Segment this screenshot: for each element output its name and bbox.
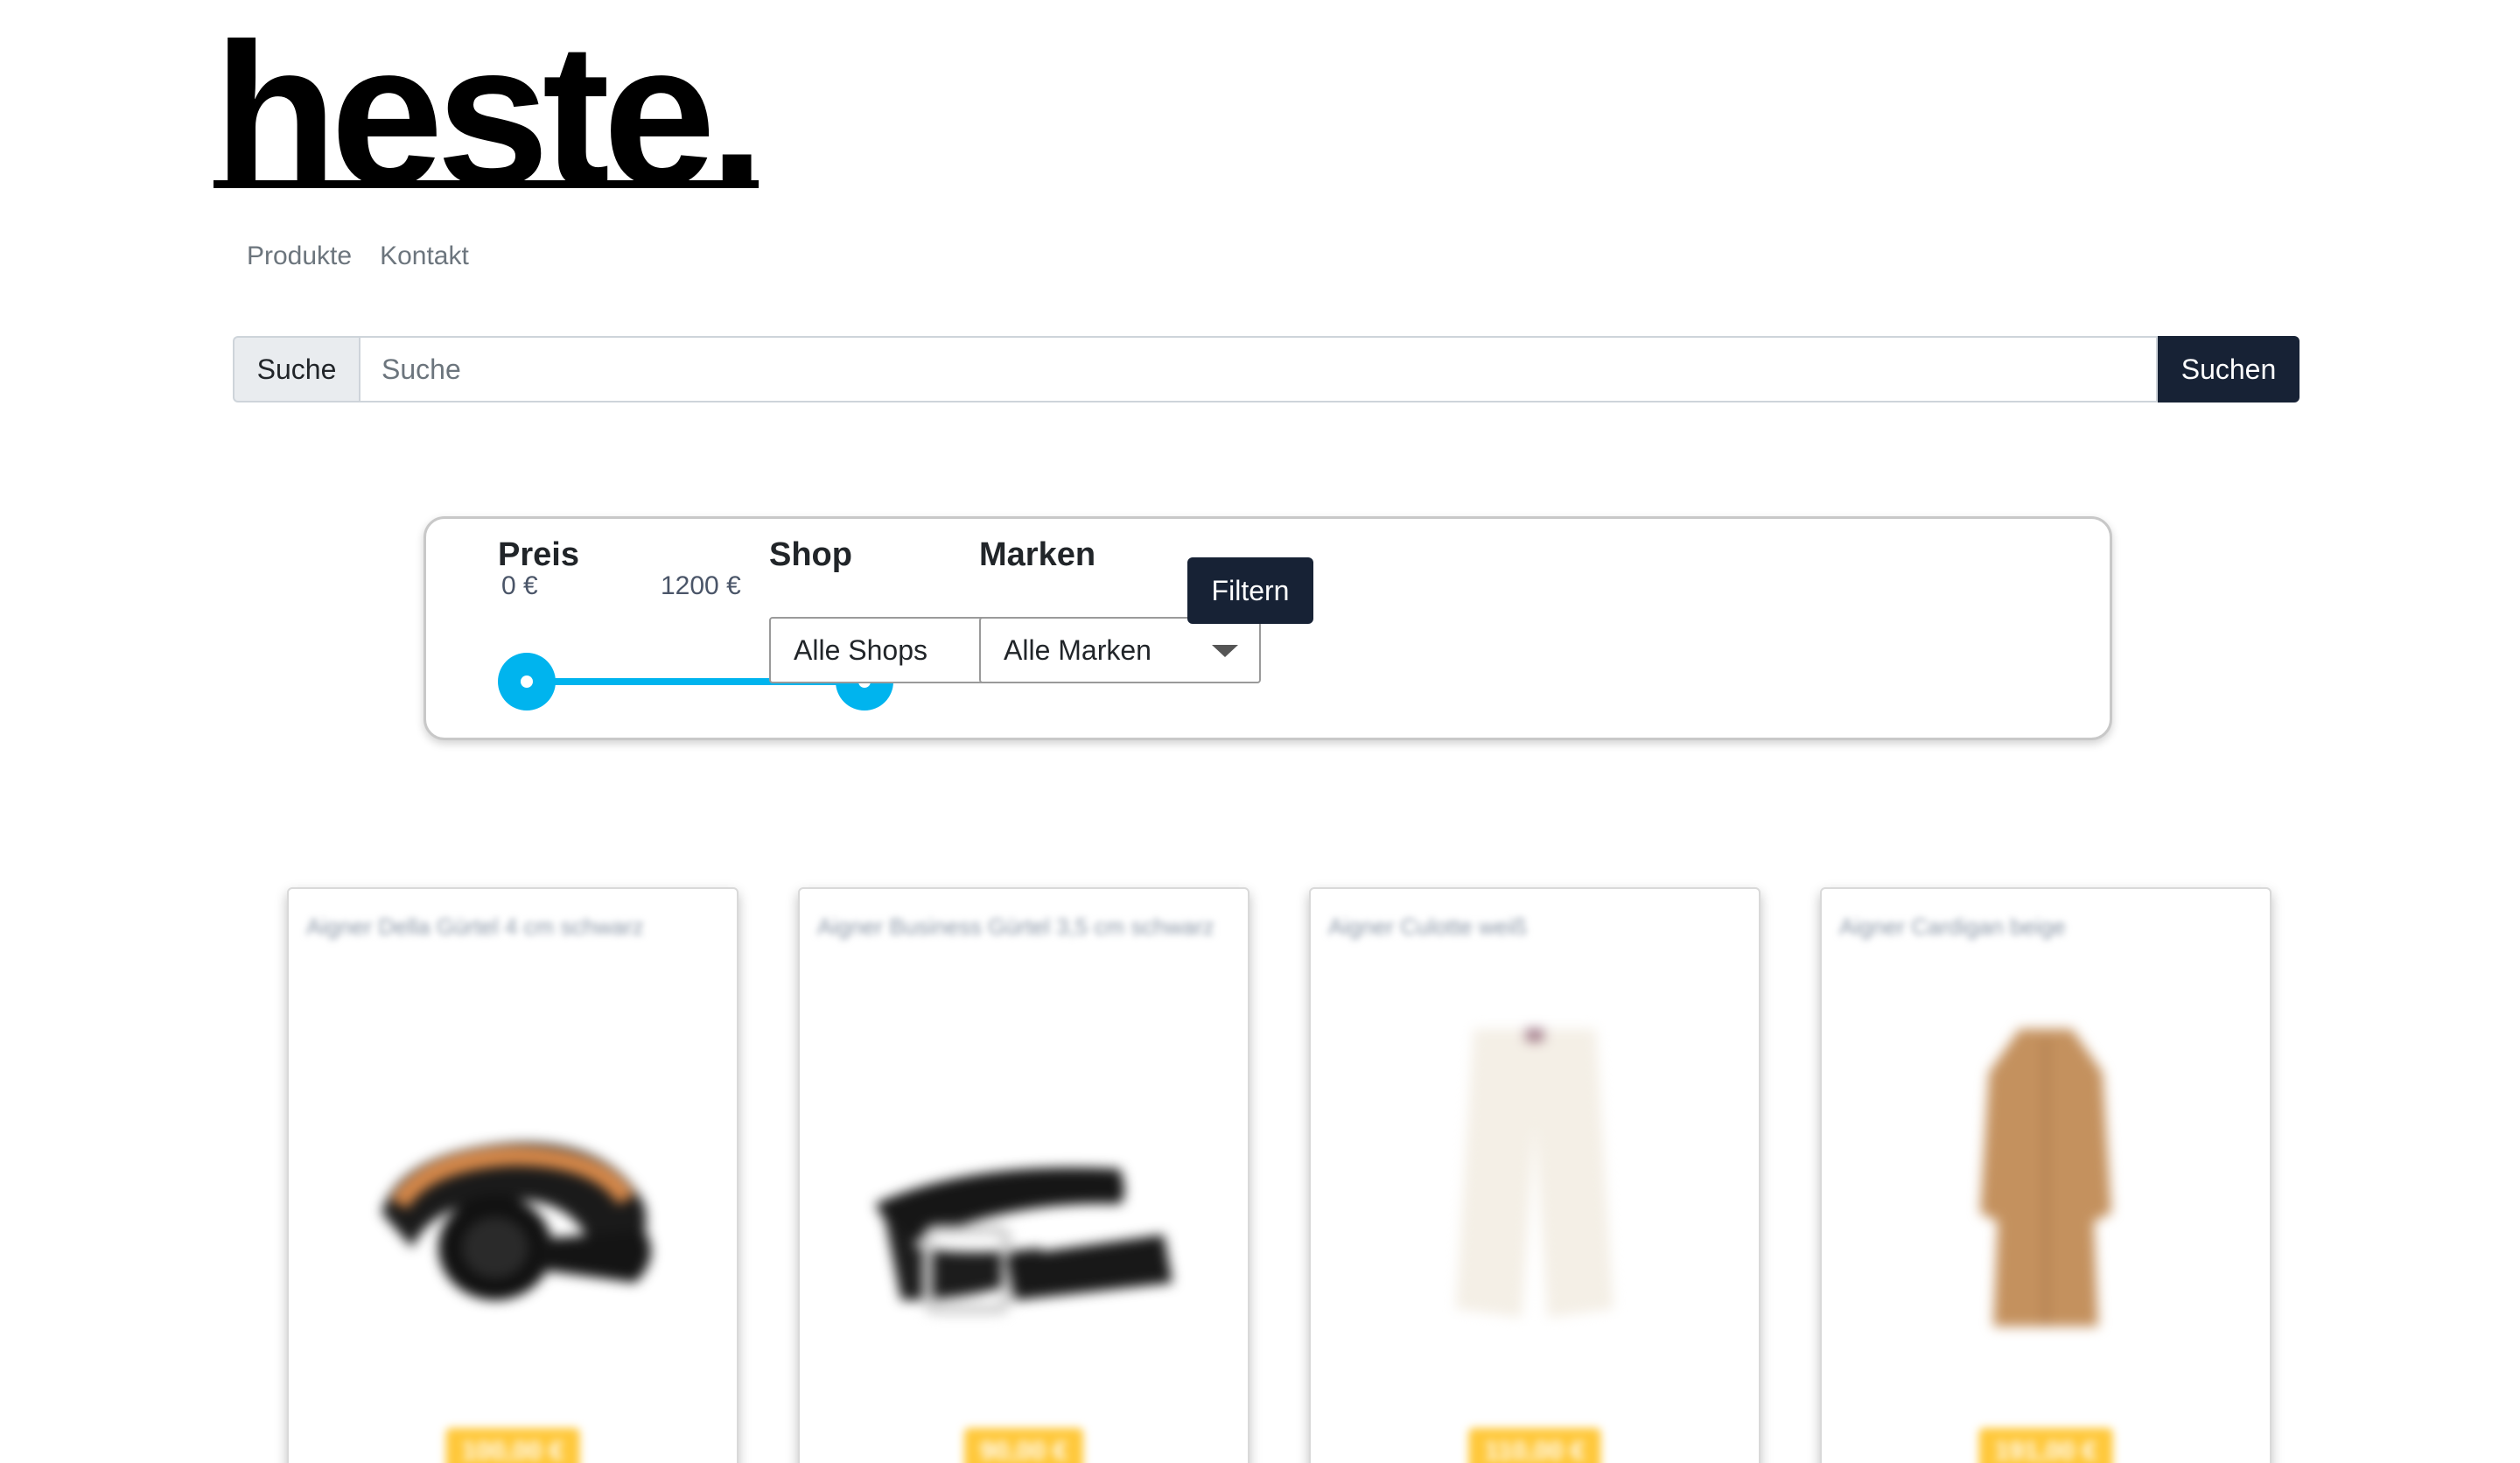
- cardigan-icon: [1980, 1029, 2111, 1326]
- brand-filter-title: Marken: [979, 536, 1096, 573]
- logo-text: heste.: [214, 2, 766, 228]
- culotte-icon: [1456, 1029, 1614, 1318]
- brand-select-value: Alle Marken: [1004, 634, 1152, 666]
- price-max-label: 1200 €: [661, 571, 741, 600]
- search-button[interactable]: Suchen: [2158, 336, 2300, 402]
- chevron-down-icon: [1212, 645, 1238, 657]
- price-min-handle[interactable]: [498, 653, 556, 710]
- product-title: Aigner Business Gürtel 3,5 cm schwarz: [817, 914, 1214, 940]
- product-title: Aigner Della Gürtel 4 cm schwarz: [306, 914, 644, 940]
- price-min-label: 0 €: [501, 571, 538, 600]
- filter-button[interactable]: Filtern: [1187, 557, 1313, 624]
- product-card[interactable]: Aigner Business Gürtel 3,5 cm schwarz 90…: [798, 887, 1250, 1463]
- product-price-badge: 110,00 €: [1468, 1428, 1601, 1463]
- nav-link-produkte[interactable]: Produkte: [247, 242, 352, 271]
- product-price-badge: 90,00 €: [963, 1428, 1084, 1463]
- product-price-badge: 191,00 €: [1978, 1428, 2113, 1463]
- main-nav: Produkte Kontakt: [247, 242, 469, 271]
- nav-link-kontakt[interactable]: Kontakt: [380, 242, 469, 271]
- search-prefix-label: Suche: [233, 336, 359, 402]
- search-bar: Suche Suchen: [233, 336, 2300, 402]
- shop-select-value: Alle Shops: [794, 634, 928, 666]
- product-card[interactable]: Aigner Culotte weiß 110,00 €: [1309, 887, 1760, 1463]
- belt-wide-icon: [382, 1142, 651, 1300]
- product-card[interactable]: Aigner Della Gürtel 4 cm schwarz 100,00 …: [287, 887, 738, 1463]
- product-price-badge: 100,00 €: [445, 1428, 580, 1463]
- search-input[interactable]: [359, 336, 2158, 402]
- logo-link[interactable]: heste.: [214, 14, 766, 217]
- shop-filter-title: Shop: [769, 536, 852, 573]
- product-title: Aigner Cardigan beige: [1839, 914, 2066, 940]
- price-filter-title: Preis: [498, 536, 579, 573]
- belt-icon: [875, 1167, 1172, 1314]
- product-title: Aigner Culotte weiß: [1328, 914, 1527, 940]
- filter-panel: Preis 0 € 1200 € Shop Alle Shops Marken …: [424, 516, 2112, 740]
- brand-select[interactable]: Alle Marken: [979, 617, 1261, 683]
- product-card[interactable]: Aigner Cardigan beige 191,00 €: [1820, 887, 2272, 1463]
